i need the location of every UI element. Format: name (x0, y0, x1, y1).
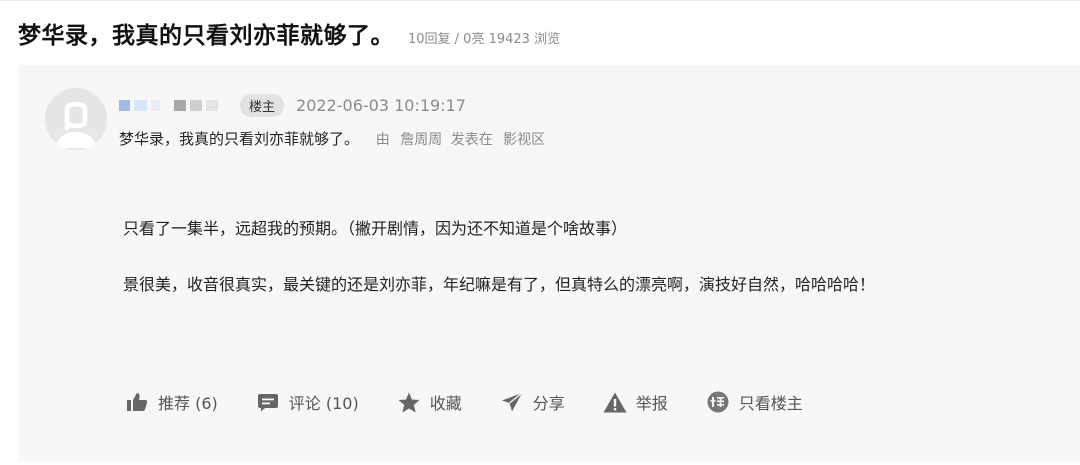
only-owner-label: 只看楼主 (738, 394, 803, 413)
post-subject: 梦华录，我真的只看刘亦菲就够了。 (119, 130, 360, 148)
posted-in-label: 发表在 (450, 132, 493, 148)
star-icon (397, 391, 421, 413)
post-time: 2022-06-03 10:19:17 (296, 95, 466, 115)
post-paragraph: 只看了一集半，远超我的预期。（撇开剧情，因为还不知道是个啥故事） (123, 219, 628, 238)
comment-bubble-icon (256, 391, 280, 413)
floor-owner-icon (706, 391, 730, 413)
thread-title: 梦华录，我真的只看刘亦菲就够了。 (18, 23, 394, 49)
post-paragraph: 景很美，收音很真实，最关键的还是刘亦菲，年纪嘛是有了，但真特么的漂亮啊，演技好自… (123, 275, 876, 294)
post-source: 由 詹周周 发表在 影视区 (376, 132, 545, 148)
share-button[interactable]: 分享 (500, 390, 565, 414)
post-subject-row: 梦华录，我真的只看刘亦菲就够了。 由 詹周周 发表在 影视区 (119, 128, 545, 149)
by-label: 由 (375, 132, 390, 148)
warning-triangle-icon (603, 391, 627, 413)
board-link[interactable]: 影视区 (503, 132, 545, 148)
paper-plane-icon (500, 391, 524, 413)
author-row: 楼主 2022-06-03 10:19:17 (119, 93, 466, 117)
action-bar: 推荐 (6) 评论 (10) 收藏 分享 举报 只看楼主 (125, 389, 803, 415)
author-name-redacted[interactable] (119, 99, 218, 111)
favorite-label: 收藏 (429, 394, 462, 413)
favorite-button[interactable]: 收藏 (397, 390, 462, 414)
thread-header: 梦华录，我真的只看刘亦菲就够了。 10回复 / 0亮 19423 浏览 (18, 16, 560, 56)
recommend-label: 推荐 (6) (158, 394, 218, 413)
thread-meta: 10回复 / 0亮 19423 浏览 (408, 32, 561, 47)
comment-button[interactable]: 评论 (10) (256, 390, 359, 414)
default-avatar-icon[interactable] (45, 88, 107, 150)
recommend-button[interactable]: 推荐 (6) (125, 390, 218, 414)
report-button[interactable]: 举报 (603, 390, 668, 414)
post-card: 楼主 2022-06-03 10:19:17 梦华录，我真的只看刘亦菲就够了。 … (18, 65, 1080, 462)
top-divider (0, 0, 1080, 1)
thumbs-up-icon (125, 391, 149, 413)
only-owner-button[interactable]: 只看楼主 (706, 390, 803, 414)
by-author-link[interactable]: 詹周周 (400, 132, 442, 148)
share-label: 分享 (532, 394, 565, 413)
comment-label: 评论 (10) (288, 394, 359, 413)
owner-badge: 楼主 (240, 93, 285, 117)
report-label: 举报 (635, 394, 668, 413)
